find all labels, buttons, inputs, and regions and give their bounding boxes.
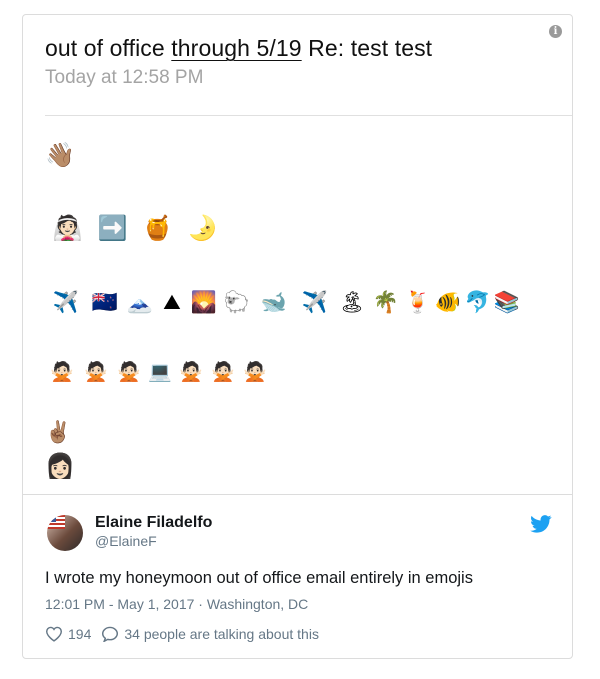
emoji: 🌄: [190, 290, 218, 314]
twitter-bird-icon[interactable]: [530, 515, 552, 533]
embedded-card: i out of office through 5/19 Re: test te…: [22, 14, 573, 659]
emoji: 🐋: [260, 290, 288, 314]
divider: [45, 115, 572, 116]
emoji: 🌛: [187, 214, 218, 242]
emoji-row-4: 🙅🏻 🙅🏻 🙅🏻 💻 🙅🏻 🙅🏻 🙅🏻: [45, 357, 271, 387]
emoji: 👋🏽: [45, 141, 75, 169]
email-subject: out of office through 5/19 Re: test test: [45, 35, 432, 62]
emoji: 👰🏻: [52, 214, 83, 242]
emoji: 🌴: [372, 290, 400, 314]
replies-text[interactable]: 34 people are talking about this: [124, 626, 319, 642]
tweet-author-handle[interactable]: @ElaineF: [95, 533, 157, 549]
avatar[interactable]: [47, 515, 83, 551]
emoji: ✌🏽: [45, 420, 72, 444]
emoji: 🐬: [464, 290, 492, 314]
tweet-meta[interactable]: 12:01 PM - May 1, 2017 · Washington, DC: [45, 596, 308, 612]
reply-bubble-icon[interactable]: [101, 626, 119, 642]
subject-prefix: out of office: [45, 35, 172, 61]
info-icon[interactable]: i: [549, 25, 562, 38]
subject-suffix: Re: test test: [301, 35, 433, 61]
emoji-row-6: 👩🏻: [45, 451, 75, 481]
tweet-author-name[interactable]: Elaine Filadelfo: [95, 514, 212, 532]
emoji-row-5: ✌🏽: [45, 417, 71, 447]
emoji-row-1: 👋🏽: [45, 140, 75, 170]
subject-date-link[interactable]: through 5/19: [171, 35, 301, 61]
email-date: Today at 12:58 PM: [45, 67, 204, 88]
emoji: 🐑: [223, 290, 251, 314]
emoji: 🙅🏻: [179, 361, 203, 383]
emoji: 🙅🏻: [117, 361, 141, 383]
embedded-tweet[interactable]: Elaine Filadelfo @ElaineF I wrote my hon…: [23, 494, 572, 658]
emoji: 🙅🏻: [50, 361, 74, 383]
emoji: ➡️: [97, 214, 128, 242]
heart-icon[interactable]: [45, 626, 63, 642]
emoji: 🗻: [126, 290, 154, 314]
emoji: 🍹: [404, 290, 432, 314]
emoji-row-3: ✈️ 🇳🇿 🗻 ⛰ 🌄 🐑 🐋 ✈️ 🏝 🌴 🍹 🐠 🐬 📚: [45, 287, 521, 317]
like-count: 194: [68, 626, 92, 642]
emoji: 🙅🏻: [243, 361, 267, 383]
emoji: 🇳🇿: [91, 290, 119, 314]
flag-icon: [47, 515, 65, 529]
emoji: 👩🏻: [45, 452, 75, 480]
emoji: 🏝: [338, 290, 366, 314]
emoji: 💻: [148, 361, 172, 383]
emoji: 📚: [493, 290, 521, 314]
emoji: 🙅🏻: [211, 361, 235, 383]
emoji: ✈️: [52, 290, 80, 314]
tweet-actions: 194 34 people are talking about this: [45, 626, 329, 642]
emoji: 🙅🏻: [84, 361, 108, 383]
emoji: ⛰: [163, 290, 181, 314]
emoji-row-2: 👰🏻 ➡️ 🍯 🌛: [45, 213, 225, 243]
tweet-text: I wrote my honeymoon out of office email…: [45, 569, 473, 587]
emoji: 🍯: [142, 214, 173, 242]
emoji: ✈️: [301, 290, 329, 314]
emoji: 🐠: [434, 290, 462, 314]
